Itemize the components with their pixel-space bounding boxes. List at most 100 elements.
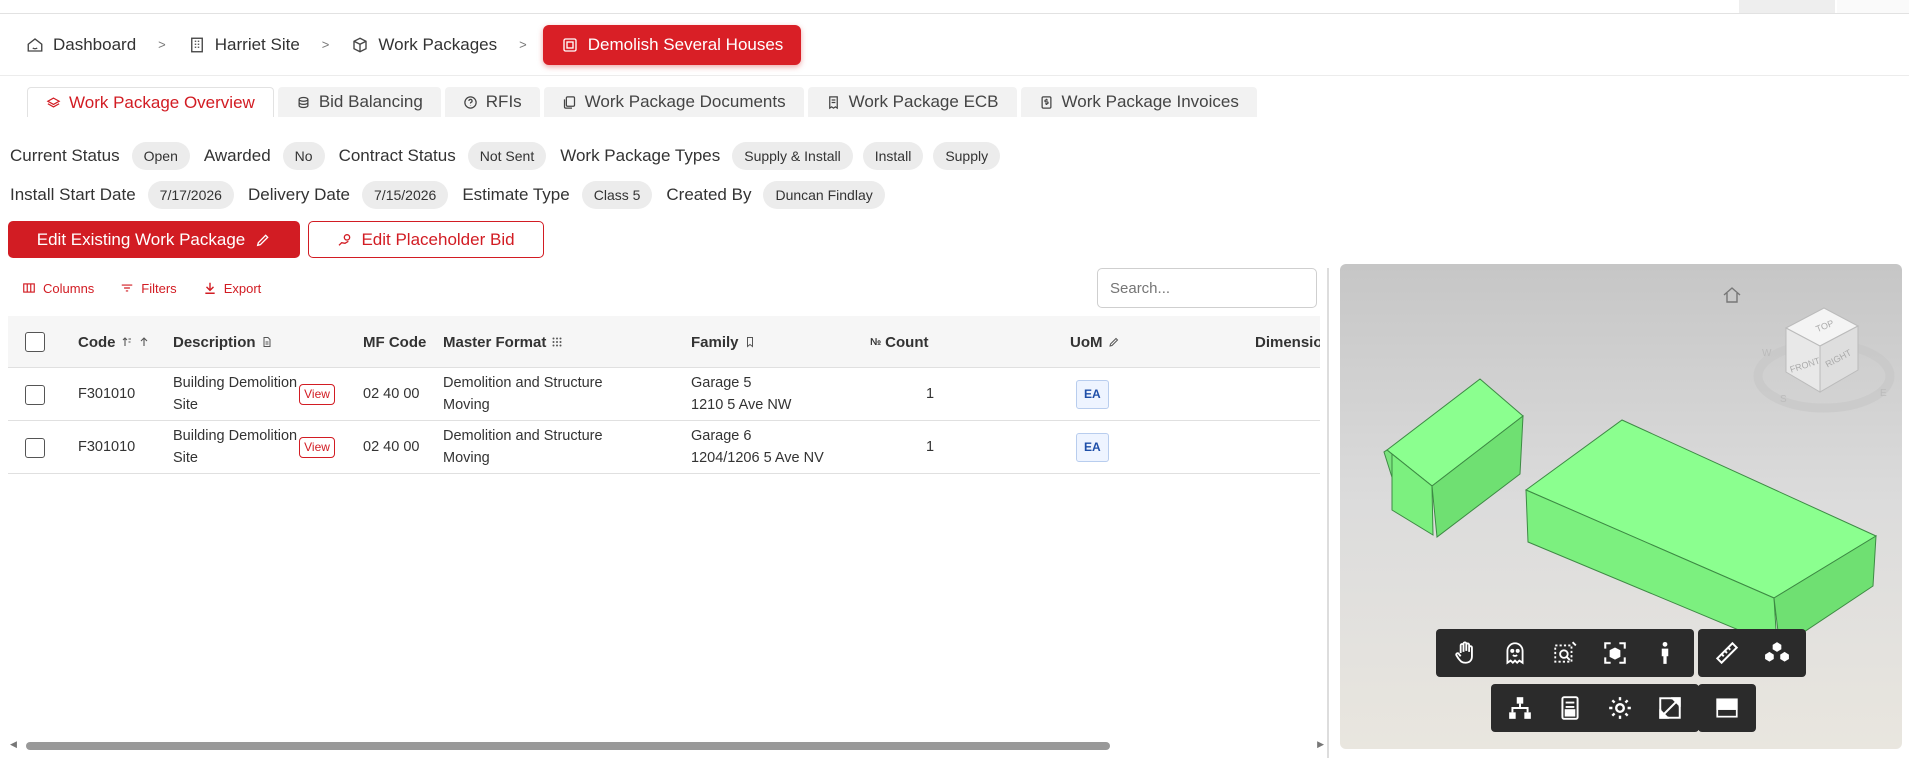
fullscreen-button[interactable] [1645, 684, 1695, 732]
panel-splitter[interactable] [1327, 268, 1329, 758]
fit-view-button[interactable] [1590, 629, 1640, 677]
bookmark-icon [746, 337, 753, 348]
row-select-cell [25, 421, 45, 474]
tab-bar: Work Package Overview Bid Balancing RFIs… [27, 87, 1261, 117]
properties-icon [1561, 696, 1579, 720]
column-header-dimension[interactable]: Dimensio [1255, 316, 1320, 368]
scrollbar-thumb[interactable] [26, 742, 1110, 750]
column-title: Description [173, 333, 256, 351]
column-header-family[interactable]: Family [691, 316, 756, 368]
zoom-window-button[interactable] [1540, 629, 1590, 677]
description-text: Building Demolition Site [173, 373, 297, 415]
zoom-window-icon [1554, 641, 1577, 663]
top-bar [0, 0, 1909, 14]
breadcrumb-label: Work Packages [378, 34, 498, 54]
breadcrumb: Dashboard > Harriet Site > Work Packages… [0, 14, 1909, 76]
cell-family: Garage 6 1204/1206 5 Ave NV [691, 421, 824, 474]
home-view-icon[interactable] [1723, 287, 1741, 303]
search-input[interactable] [1097, 268, 1317, 308]
fit-view-icon [1604, 642, 1626, 664]
layers-icon [46, 97, 61, 108]
column-header-uom[interactable]: UoM [1070, 316, 1120, 368]
breadcrumb-current[interactable]: Demolish Several Houses [542, 24, 802, 65]
description-line-1: Building Demolition [173, 375, 298, 392]
fullscreen-icon [1659, 697, 1681, 719]
column-header-description[interactable]: Description [173, 316, 273, 368]
tab-work-package-documents[interactable]: Work Package Documents [543, 87, 804, 117]
cell-count: 1 [926, 385, 935, 402]
top-bar-tab-2[interactable] [1837, 0, 1909, 13]
column-header-code[interactable]: Code [78, 316, 150, 368]
scroll-right-icon[interactable]: ▶ [1317, 739, 1324, 750]
select-all-checkbox[interactable] [25, 332, 45, 352]
column-title: Code [78, 333, 116, 351]
settings-button[interactable] [1595, 684, 1645, 732]
scroll-left-icon[interactable]: ◀ [10, 739, 17, 750]
tab-rfis[interactable]: RFIs [444, 87, 540, 117]
select-all-cell [25, 316, 45, 368]
view-button[interactable]: View [299, 383, 335, 406]
walk-icon [1661, 641, 1669, 664]
walk-tool-button[interactable] [1640, 629, 1690, 677]
view-button[interactable]: View [299, 436, 335, 459]
export-button[interactable]: Export [203, 280, 262, 296]
column-header-mf-code[interactable]: MF Code [363, 316, 426, 368]
tab-label: RFIs [485, 92, 522, 111]
arrow-up-icon [140, 337, 147, 346]
ghost-icon [1506, 642, 1524, 665]
ghost-tool-button[interactable] [1490, 629, 1540, 677]
tab-work-package-overview[interactable]: Work Package Overview [27, 87, 274, 117]
breadcrumb-dashboard[interactable]: Dashboard [20, 25, 142, 65]
model-tree-button[interactable] [1495, 684, 1545, 732]
columns-button[interactable]: Columns [22, 281, 94, 296]
row-checkbox[interactable] [25, 437, 45, 458]
column-header-master-format[interactable]: Master Format [443, 316, 563, 368]
tab-work-package-ecb[interactable]: Work Package ECB [807, 87, 1017, 117]
model-viewer[interactable]: TOP FRONT RIGHT W S E [1340, 264, 1902, 749]
properties-button[interactable] [1545, 684, 1595, 732]
install-start-badge: 7/17/2026 [147, 181, 234, 209]
work-package-type-badge: Supply [933, 142, 1001, 170]
view-cube[interactable]: TOP FRONT RIGHT W S E [1753, 307, 1895, 413]
tab-work-package-invoices[interactable]: Work Package Invoices [1020, 87, 1257, 117]
info-row-status: Current Status Open Awarded No Contract … [10, 140, 1014, 172]
download-icon [205, 282, 215, 294]
column-title: Master Format [443, 333, 547, 351]
created-by-badge: Duncan Findlay [763, 181, 885, 209]
panel-toggle-button[interactable] [1702, 684, 1752, 732]
cell-code: F301010 [78, 438, 136, 455]
table-row[interactable]: F301010 Building Demolition Site View 02 … [8, 368, 1320, 421]
top-bar-tab[interactable] [1739, 0, 1835, 13]
description-text: Building Demolition Site [173, 426, 297, 468]
measure-tool-button[interactable] [1702, 629, 1752, 677]
breadcrumb-harriet-site[interactable]: Harriet Site [182, 25, 306, 65]
export-label: Export [223, 280, 262, 296]
explode-tool-button[interactable] [1752, 629, 1802, 677]
breadcrumb-work-packages[interactable]: Work Packages [345, 25, 503, 65]
tab-label: Work Package ECB [848, 92, 999, 111]
cell-description: Building Demolition Site View [173, 421, 358, 474]
pencil-icon [1108, 337, 1118, 347]
document-icon [263, 337, 271, 347]
edit-placeholder-bid-button[interactable]: Edit Placeholder Bid [308, 221, 544, 258]
column-header-count[interactable]: № Count [870, 316, 928, 368]
filters-button[interactable]: Filters [120, 281, 177, 296]
awarded-badge: No [282, 142, 325, 170]
home-icon [27, 37, 43, 52]
numero-icon: № [870, 336, 882, 348]
cell-code: F301010 [78, 385, 136, 402]
table-row[interactable]: F301010 Building Demolition Site View 02 … [8, 421, 1320, 474]
tab-bid-balancing[interactable]: Bid Balancing [277, 87, 441, 117]
viewer-settings-toolbar [1491, 684, 1699, 732]
column-title: UoM [1070, 333, 1103, 351]
cell-family: Garage 5 1210 5 Ave NW [691, 368, 792, 421]
delivery-date-badge: 7/15/2026 [362, 181, 449, 209]
cell-count: 1 [926, 438, 935, 455]
house-model-large [1525, 419, 1878, 649]
horizontal-scrollbar[interactable]: ◀ ▶ [8, 739, 1324, 751]
pan-tool-button[interactable] [1440, 629, 1490, 677]
cell-master-format: Demolition and Structure Moving [443, 368, 603, 421]
master-format-line-1: Demolition and Structure [443, 375, 603, 392]
row-checkbox[interactable] [25, 384, 45, 405]
edit-existing-work-package-button[interactable]: Edit Existing Work Package [8, 221, 300, 258]
